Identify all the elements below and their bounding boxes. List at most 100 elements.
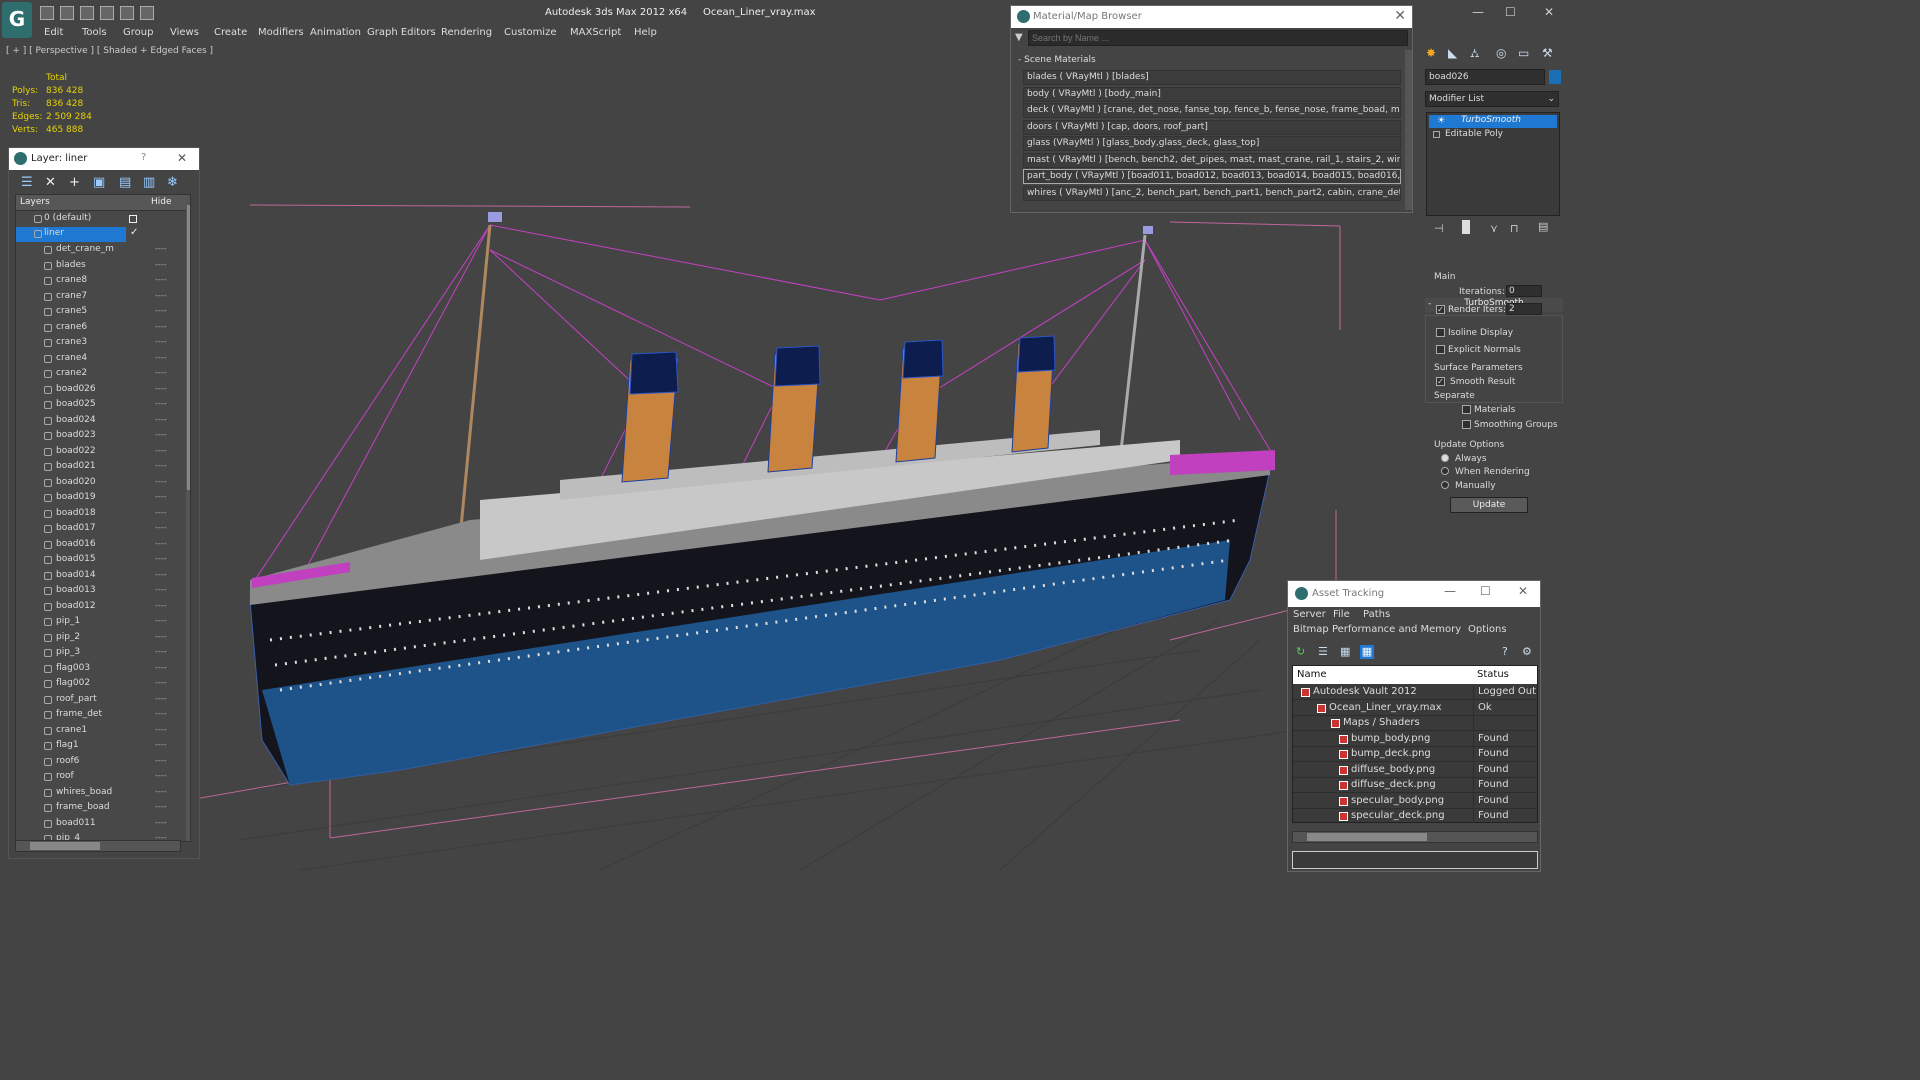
hide-toggle[interactable]: ---- [155, 616, 167, 625]
object-color-swatch[interactable] [1549, 70, 1561, 84]
save-file-icon[interactable] [60, 6, 74, 20]
hide-toggle[interactable]: ---- [155, 275, 167, 284]
layer-object-row[interactable]: boad025 ---- [16, 398, 178, 413]
menu-options[interactable]: Options [1468, 624, 1507, 635]
freeze-all-icon[interactable]: ❄ [167, 175, 178, 190]
hide-toggle[interactable]: ---- [155, 508, 167, 517]
layer-object-row[interactable]: boad019 ---- [16, 491, 178, 506]
hide-toggle[interactable]: ---- [155, 461, 167, 470]
iterations-spinner[interactable]: 0 [1506, 285, 1542, 297]
hide-toggle[interactable]: ---- [155, 709, 167, 718]
asset-row[interactable]: diffuse_deck.png Found [1293, 778, 1537, 794]
menu-views[interactable]: Views [170, 27, 199, 38]
collapse-icon[interactable]: - [1428, 299, 1431, 309]
layer-object-row[interactable]: roof ---- [16, 770, 178, 785]
asset-row[interactable]: specular_deck.png Found [1293, 809, 1537, 822]
menu-paths[interactable]: Paths [1363, 609, 1390, 620]
update-button[interactable]: Update [1450, 497, 1528, 513]
asset-row[interactable]: specular_body.png Found [1293, 794, 1537, 810]
layer-object-row[interactable]: boad022 ---- [16, 445, 178, 460]
hide-toggle[interactable]: ---- [155, 632, 167, 641]
utilities-tab-icon[interactable]: ⚒ [1542, 46, 1560, 64]
asset-tracking-titlebar[interactable]: Asset Tracking — ☐ ✕ [1288, 581, 1540, 607]
modify-tab-icon[interactable]: ◣ [1448, 46, 1466, 64]
material-item[interactable]: part_body ( VRayMtl ) [boad011, boad012,… [1023, 169, 1401, 184]
hide-toggle[interactable]: ---- [155, 601, 167, 610]
always-radio[interactable] [1441, 454, 1449, 462]
checkmark-icon[interactable]: ✓ [130, 227, 138, 238]
material-scrollbar[interactable] [1405, 50, 1412, 210]
highlight-layer-icon[interactable]: ▤ [119, 175, 131, 190]
material-item[interactable]: blades ( VRayMtl ) [blades] [1023, 70, 1401, 85]
close-icon[interactable]: ✕ [1518, 584, 1528, 598]
layer-object-row[interactable]: flag1 ---- [16, 739, 178, 754]
layer-object-row[interactable]: crane2 ---- [16, 367, 178, 382]
object-name-field[interactable]: boad026 [1425, 69, 1545, 85]
explicit-normals-checkbox[interactable] [1436, 345, 1445, 354]
show-end-result-icon[interactable] [1462, 220, 1470, 234]
hide-toggle[interactable]: ---- [155, 740, 167, 749]
hide-toggle[interactable]: ---- [155, 663, 167, 672]
menu-modifiers[interactable]: Modifiers [258, 27, 304, 38]
redo-icon[interactable] [140, 6, 154, 20]
hide-toggle[interactable]: ---- [155, 260, 167, 269]
isoline-checkbox[interactable] [1436, 328, 1445, 337]
hide-toggle[interactable]: ---- [155, 337, 167, 346]
layer-object-row[interactable]: crane3 ---- [16, 336, 178, 351]
layer-object-row[interactable]: crane8 ---- [16, 274, 178, 289]
layer-object-row[interactable]: det_crane_m ---- [16, 243, 178, 258]
layer-object-row[interactable]: boad011 ---- [16, 817, 178, 832]
hierarchy-tab-icon[interactable]: ⛼ [1470, 46, 1488, 64]
layer-object-row[interactable]: frame_boad ---- [16, 801, 178, 816]
menu-tools[interactable]: Tools [82, 27, 107, 38]
help-icon[interactable]: ? [1502, 645, 1516, 659]
menu-server[interactable]: Server [1293, 609, 1326, 620]
layer-object-row[interactable]: roof_part ---- [16, 693, 178, 708]
layer-object-row[interactable]: boad015 ---- [16, 553, 178, 568]
material-item[interactable]: mast ( VRayMtl ) [bench, bench2, det_pip… [1023, 152, 1401, 168]
asset-path-input[interactable] [1292, 851, 1538, 869]
menu-bitmap-performance[interactable]: Bitmap Performance and Memory [1293, 624, 1461, 635]
material-item[interactable]: whires ( VRayMtl ) [anc_2, bench_part, b… [1023, 185, 1401, 201]
hide-toggle[interactable]: ---- [155, 322, 167, 331]
asset-table[interactable]: Name Status Autodesk Vault 2012 Logged Ou… [1292, 665, 1538, 823]
material-item[interactable]: deck ( VRayMtl ) [crane, det_nose, fanse… [1023, 103, 1401, 118]
layer-object-row[interactable]: crane4 ---- [16, 352, 178, 367]
modifier-stack[interactable]: TurboSmooth ☀ Editable Poly [1426, 112, 1560, 216]
material-item[interactable]: glass (VRayMtl ) [glass_body,glass_deck,… [1023, 136, 1401, 151]
pin-stack-icon[interactable]: ⊣ [1434, 222, 1444, 235]
col-hide[interactable]: Hide [151, 197, 172, 207]
hide-toggle[interactable]: ---- [155, 771, 167, 780]
layer-object-row[interactable]: blades ---- [16, 259, 178, 274]
active-layer-box[interactable] [129, 215, 137, 223]
menu-create[interactable]: Create [214, 27, 247, 38]
hide-all-icon[interactable]: ▥ [143, 175, 155, 190]
layer-object-row[interactable]: flag003 ---- [16, 662, 178, 677]
configure-sets-icon[interactable]: ▤ [1538, 220, 1548, 233]
layer-object-row[interactable]: crane6 ---- [16, 321, 178, 336]
layer-object-row[interactable]: boad021 ---- [16, 460, 178, 475]
layer-object-row[interactable]: pip_3 ---- [16, 646, 178, 661]
hide-toggle[interactable]: ---- [155, 399, 167, 408]
display-tab-icon[interactable]: ▭ [1518, 46, 1536, 64]
menu-rendering[interactable]: Rendering [441, 27, 492, 38]
hide-toggle[interactable]: ---- [155, 570, 167, 579]
menu-customize[interactable]: Customize [504, 27, 557, 38]
hide-toggle[interactable]: ---- [155, 368, 167, 377]
app-logo-icon[interactable]: G [2, 2, 32, 38]
viewport-label[interactable]: [ + ] [ Perspective ] [ Shaded + Edged F… [6, 46, 213, 56]
close-icon[interactable]: ✕ [177, 151, 187, 165]
hide-toggle[interactable]: ---- [155, 415, 167, 424]
close-icon[interactable]: ✕ [1544, 5, 1554, 19]
asset-row[interactable]: Maps / Shaders [1293, 716, 1537, 732]
col-status[interactable]: Status [1477, 669, 1509, 680]
layer-object-row[interactable]: crane1 ---- [16, 724, 178, 739]
layer-row-liner[interactable]: liner [16, 227, 126, 242]
layer-object-row[interactable]: crane7 ---- [16, 290, 178, 305]
scene-materials-header[interactable]: - Scene Materials [1018, 55, 1096, 65]
layer-object-row[interactable]: boad012 ---- [16, 600, 178, 615]
manually-radio[interactable] [1441, 481, 1449, 489]
create-tab-icon[interactable]: ✸ [1426, 46, 1444, 64]
layer-hscrollbar[interactable] [15, 840, 181, 852]
hide-toggle[interactable]: ---- [155, 802, 167, 811]
